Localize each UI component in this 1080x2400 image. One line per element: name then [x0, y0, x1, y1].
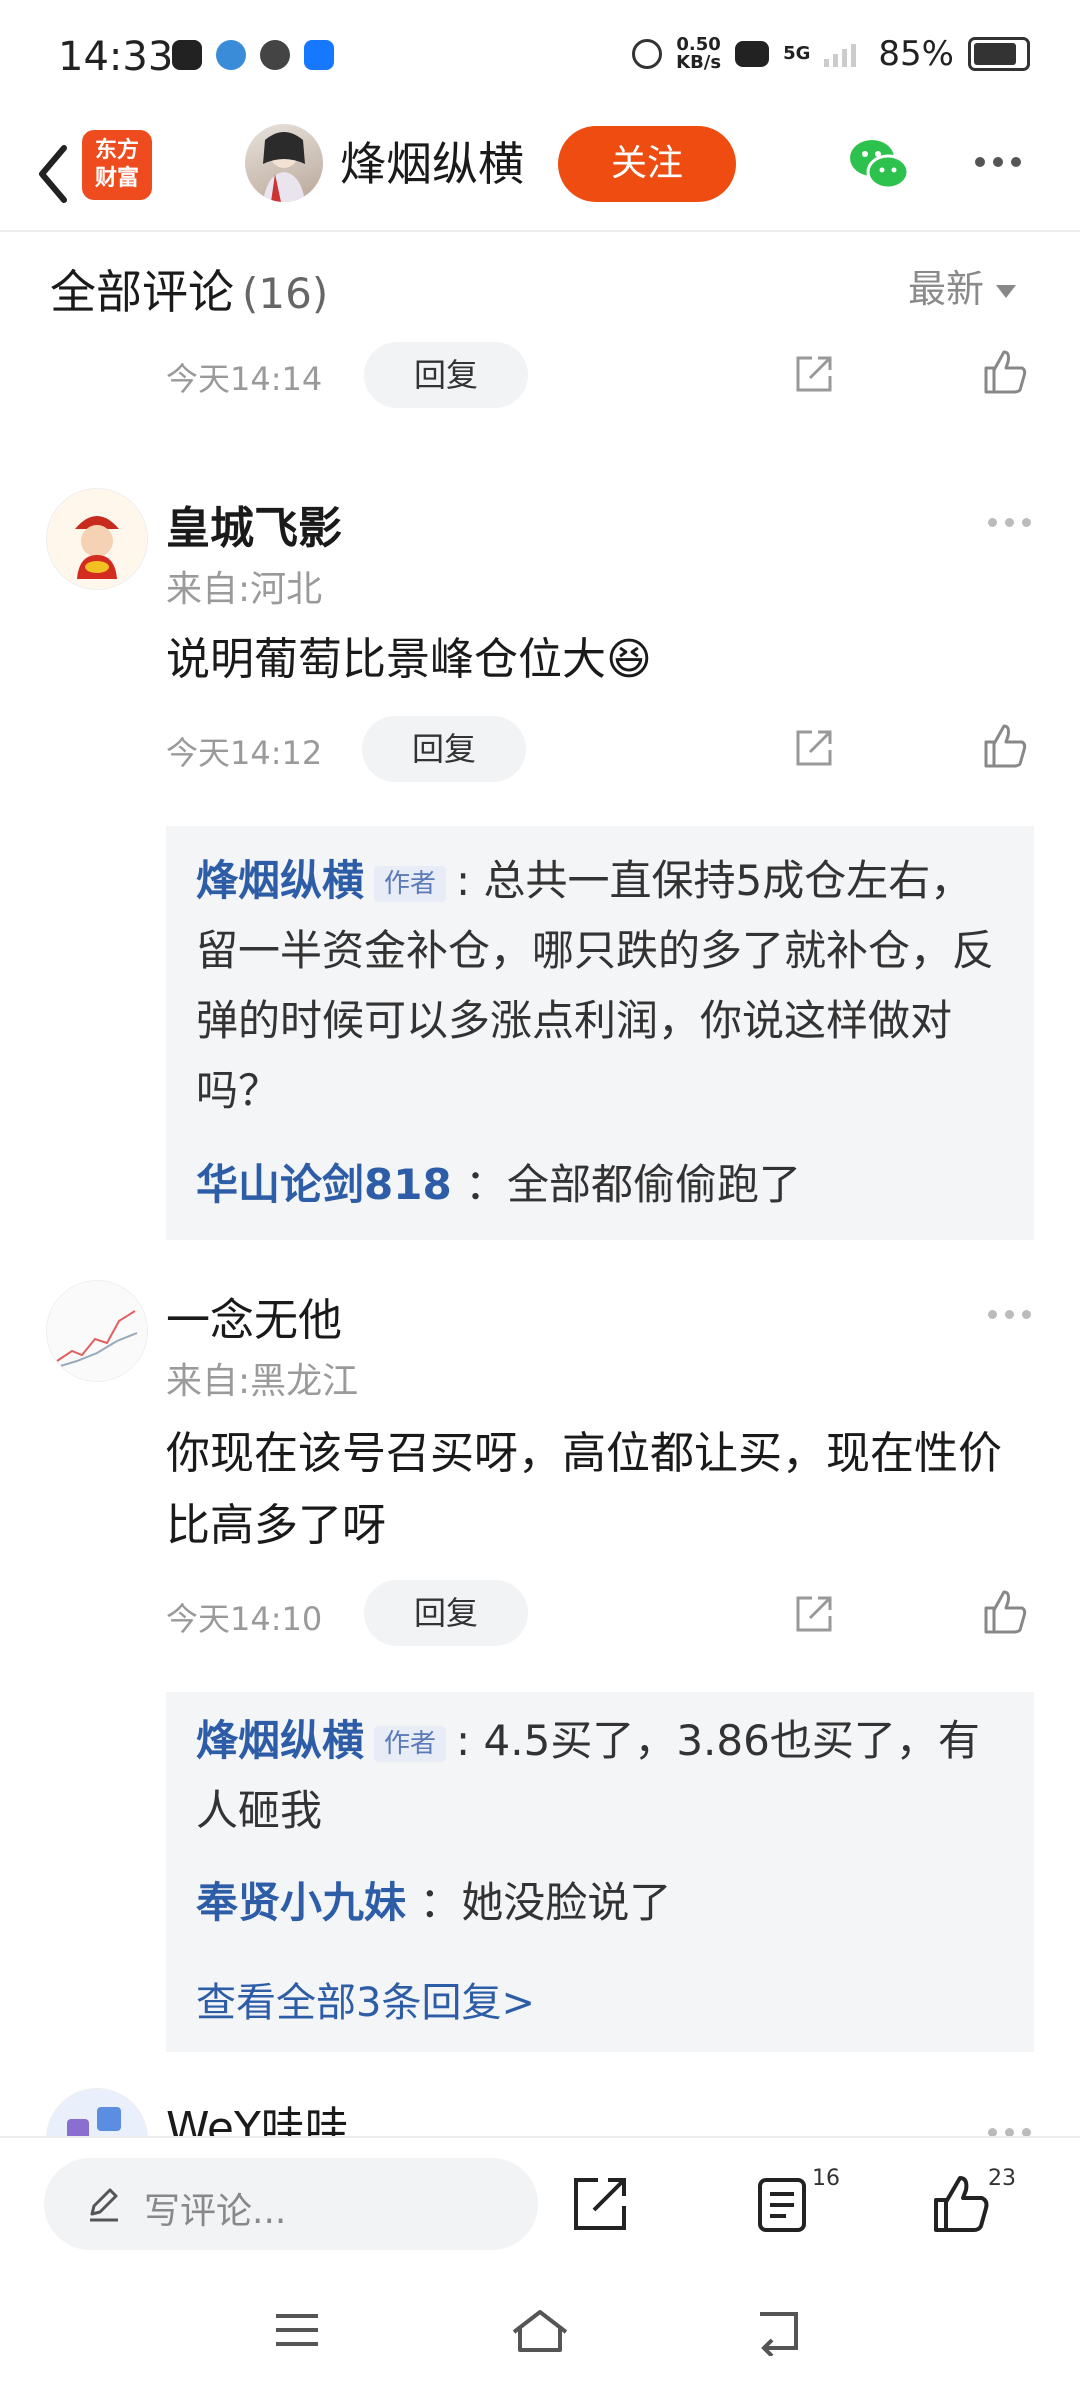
more-dots-icon[interactable]	[975, 152, 1031, 168]
author-avatar-image	[263, 132, 305, 202]
avatar-image	[47, 1281, 147, 1381]
share-icon[interactable]	[570, 2174, 630, 2234]
alipay-icon	[304, 40, 334, 70]
reply-item[interactable]: 华山论剑818 ：全部都偷偷跑了	[196, 1150, 1008, 1220]
view-all-replies-link[interactable]: 查看全部3条回复>	[196, 1970, 535, 2028]
avatar[interactable]	[46, 488, 148, 590]
reply-username[interactable]: 奉贤小九妹	[196, 1878, 406, 1927]
sort-dropdown[interactable]: 最新	[908, 258, 1016, 313]
comment-text: 说明葡萄比景峰仓位大😆	[166, 634, 652, 685]
comment-text: 你现在该号召买呀，高位都让买，现在性价比高多了呀	[166, 1428, 1002, 1551]
comment-username[interactable]: 一念无他	[166, 1284, 342, 1348]
comments-count: (16)	[242, 269, 329, 318]
share-icon[interactable]	[792, 1592, 836, 1636]
comments-title-label: 全部评论	[50, 265, 234, 319]
comment-partial: WeY哇哇	[0, 2080, 1080, 2136]
reply-username[interactable]: 烽烟纵横	[196, 1716, 364, 1765]
comment-more-icon[interactable]	[988, 512, 1048, 527]
link-notification-icon	[260, 40, 290, 70]
comment-location: 来自:黑龙江	[166, 1361, 359, 1402]
avatar-image	[47, 2089, 147, 2136]
notification-icons	[172, 40, 334, 70]
thumbs-up-icon[interactable]	[980, 348, 1028, 396]
reply-username[interactable]: 华山论剑818	[196, 1160, 452, 1209]
status-time: 14:33	[58, 34, 174, 80]
eastmoney-logo[interactable]: 东方 财富	[82, 130, 152, 200]
reply-box: 烽烟纵横 作者: 4.5买了，3.86也买了，有人砸我 奉贤小九妹 ：她没脸说了 …	[166, 1692, 1034, 2052]
share-icon[interactable]	[792, 726, 836, 770]
comment-time: 今天14:14	[166, 360, 323, 398]
net-speed-unit: KB/s	[676, 52, 722, 73]
author-avatar[interactable]	[245, 124, 323, 202]
author-name[interactable]: 烽烟纵横	[340, 128, 524, 194]
avatar[interactable]	[46, 1280, 148, 1382]
chevron-left-icon[interactable]	[24, 130, 84, 210]
thumbs-up-icon[interactable]	[980, 1588, 1028, 1636]
wechat-icon[interactable]	[846, 134, 910, 194]
write-comment-placeholder: 写评论...	[144, 2191, 287, 2232]
comments-icon[interactable]	[752, 2174, 812, 2234]
app-notification-icon	[172, 40, 202, 70]
comment-time: 今天14:12	[166, 734, 323, 772]
thumbs-up-icon[interactable]	[930, 2174, 990, 2234]
system-nav-bar	[0, 2266, 1080, 2400]
bottom-action-bar: 写评论... 16 23	[0, 2136, 1080, 2268]
alarm-icon	[632, 39, 663, 69]
top-header: 东方 财富 烽烟纵横 关注	[0, 110, 1080, 232]
comment-username[interactable]: WeY哇哇	[166, 2092, 349, 2136]
avatar[interactable]	[46, 2088, 148, 2136]
battery-percent: 85%	[878, 34, 954, 74]
comment-time: 今天14:10	[166, 1600, 323, 1638]
logo-line1: 东方	[94, 138, 139, 163]
comment-more-icon[interactable]	[988, 1304, 1048, 1319]
menu-icon[interactable]	[272, 2310, 322, 2350]
comment-username[interactable]: 皇城飞影	[166, 492, 342, 556]
reply-box: 烽烟纵横 作者: 总共一直保持5成仓左右，留一半资金补仓，哪只跌的多了就补仓，反弹…	[166, 826, 1034, 1240]
chat-notification-icon	[216, 40, 246, 70]
logo-line2: 财富	[94, 166, 139, 191]
follow-button[interactable]: 关注	[558, 126, 736, 202]
write-comment-input[interactable]: 写评论...	[44, 2158, 538, 2250]
like-count-badge: 23	[988, 2166, 1016, 2191]
comment-location: 来自:河北	[166, 569, 323, 610]
reply-item[interactable]: 奉贤小九妹 ：她没脸说了	[196, 1868, 1008, 1938]
net-speed: 0.50 KB/s	[676, 36, 721, 72]
reply-button[interactable]: 回复	[362, 716, 526, 782]
reply-button[interactable]: 回复	[364, 342, 528, 408]
comments-title: 全部评论 (16)	[50, 256, 328, 322]
back-nav-icon[interactable]	[752, 2306, 806, 2356]
thumbs-up-icon[interactable]	[980, 722, 1028, 770]
battery-icon	[968, 37, 1030, 71]
reply-item[interactable]: 烽烟纵横 作者: 4.5买了，3.86也买了，有人砸我	[196, 1706, 1008, 1846]
reply-button[interactable]: 回复	[364, 1580, 528, 1646]
home-icon[interactable]	[508, 2306, 572, 2356]
author-tag: 作者	[374, 865, 447, 902]
status-bar: 14:33 0.50 KB/s 5G 85%	[0, 0, 1080, 110]
comment-count-badge: 16	[812, 2166, 840, 2191]
share-icon[interactable]	[792, 352, 836, 396]
reply-username[interactable]: 烽烟纵横	[196, 856, 364, 905]
network-type: 5G	[783, 43, 811, 64]
hd-icon	[735, 41, 770, 67]
reply-text: ：全部都偷偷跑了	[465, 1160, 802, 1209]
status-right: 0.50 KB/s 5G 85%	[632, 34, 1030, 74]
reply-text: ：她没脸说了	[419, 1878, 672, 1927]
avatar-image	[47, 489, 147, 589]
pencil-icon	[90, 2188, 118, 2222]
comment-more-icon[interactable]	[988, 2122, 1048, 2136]
author-tag: 作者	[374, 1725, 447, 1762]
signal-icon	[824, 44, 857, 67]
reply-item[interactable]: 烽烟纵横 作者: 总共一直保持5成仓左右，留一半资金补仓，哪只跌的多了就补仓，反弹…	[196, 846, 1008, 1126]
